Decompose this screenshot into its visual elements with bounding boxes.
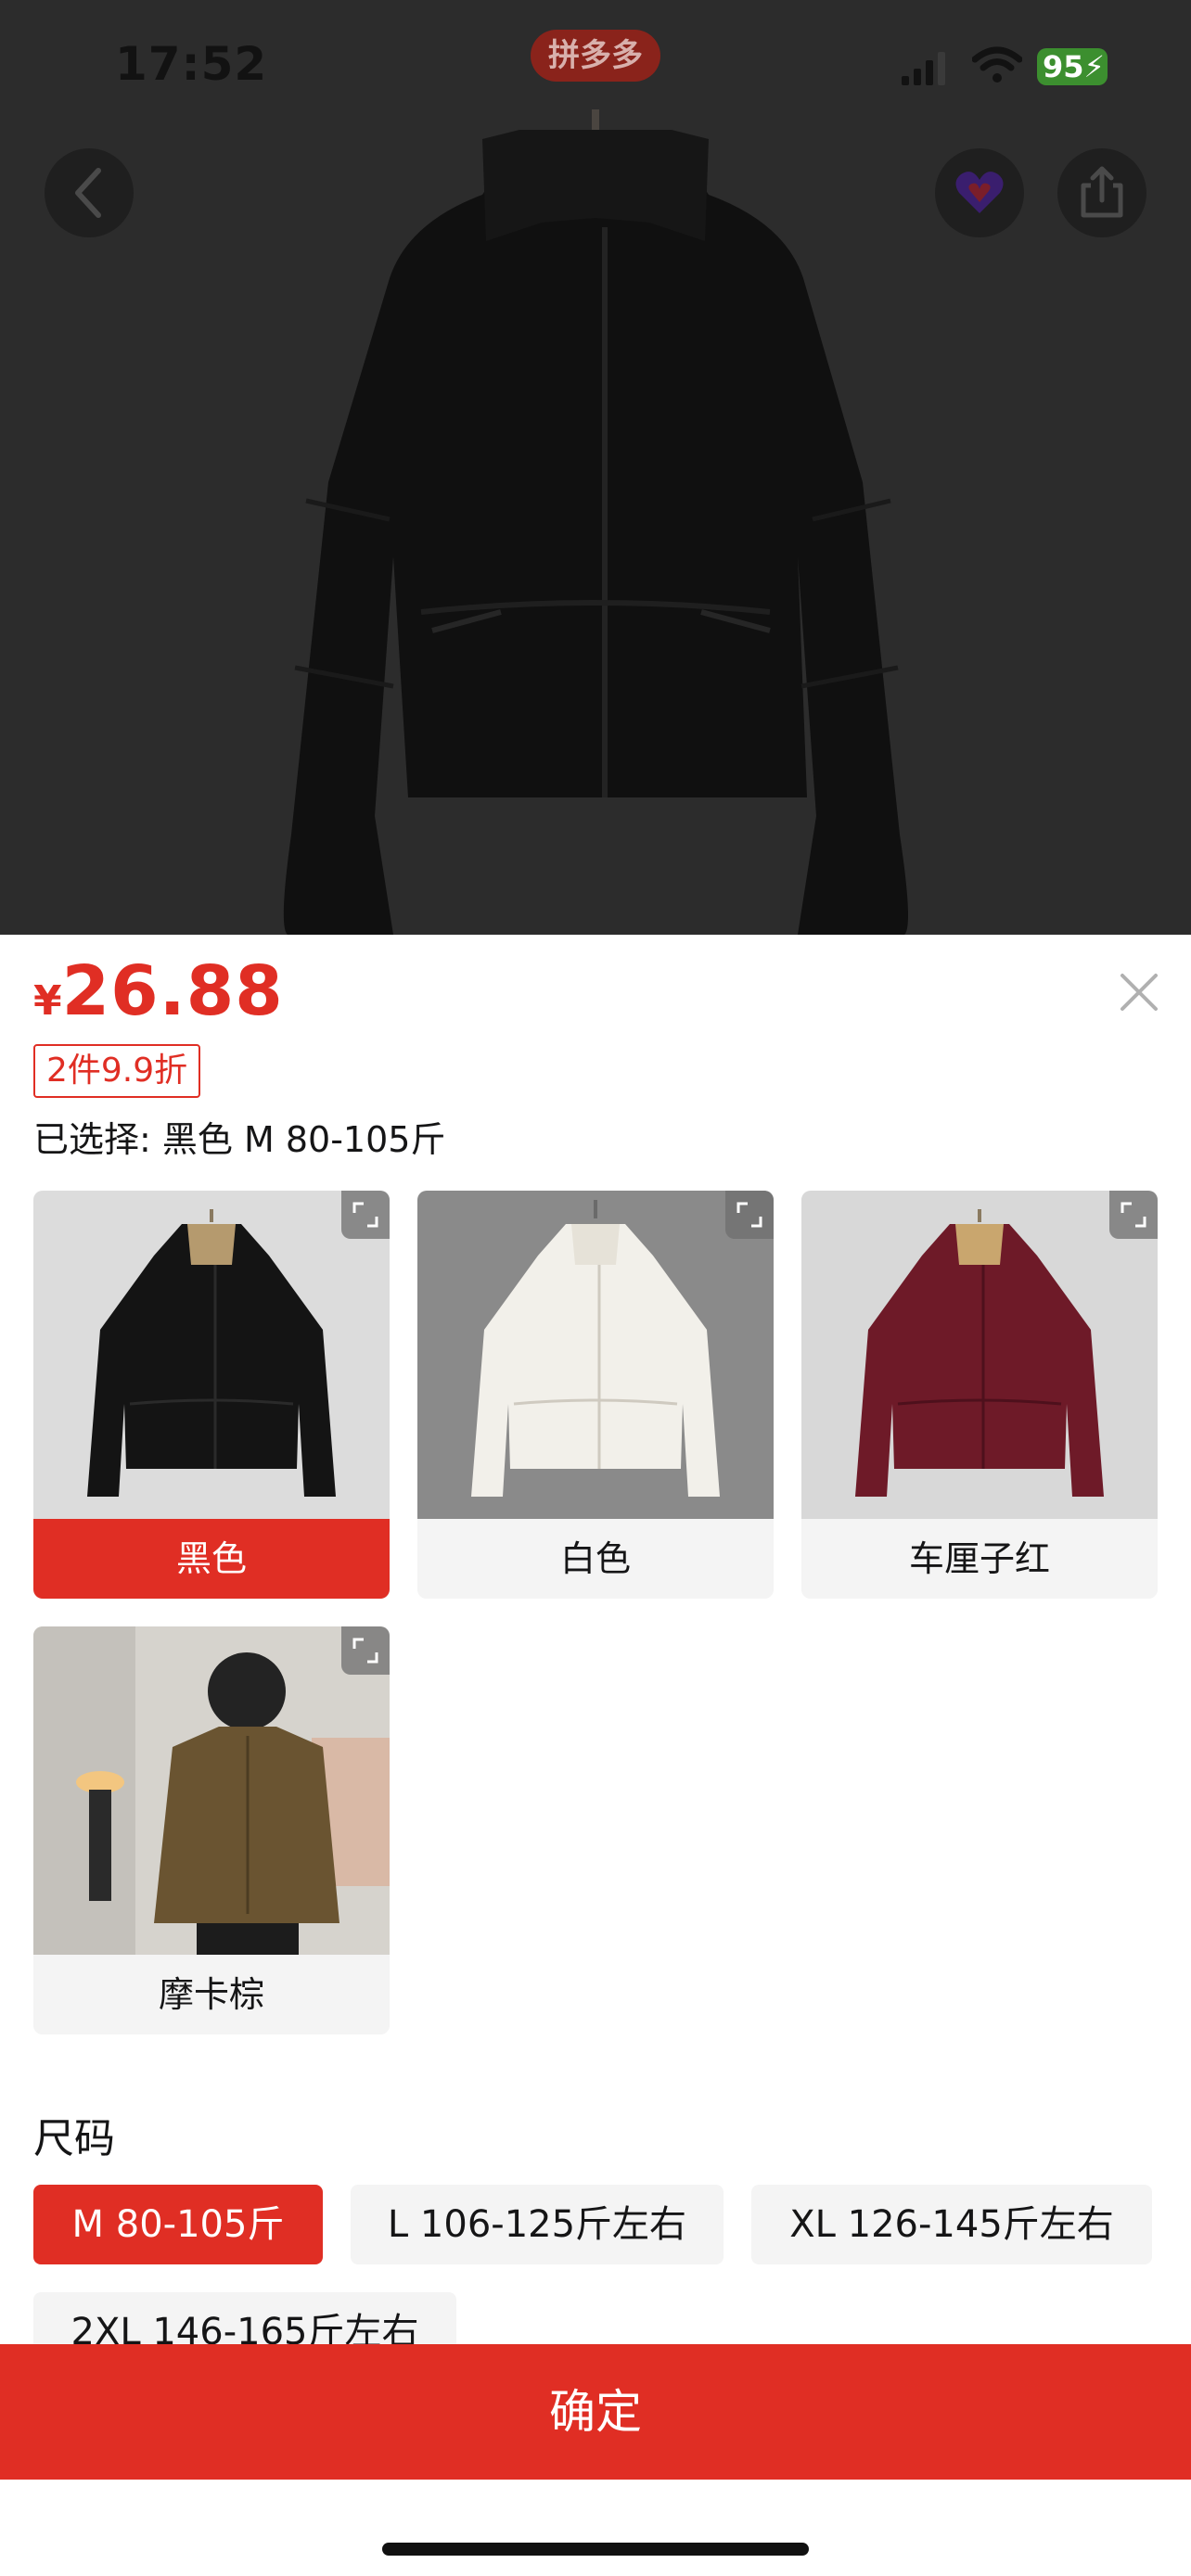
expand-icon	[1121, 1202, 1146, 1228]
cellular-signal-icon	[902, 52, 945, 85]
expand-icon	[352, 1638, 378, 1664]
currency-symbol: ¥	[33, 977, 62, 1025]
status-bar: 17:52 拼多多 95⚡	[0, 0, 1191, 130]
share-icon	[1081, 166, 1123, 218]
color-photo	[801, 1191, 1158, 1519]
color-photo	[33, 1626, 390, 1955]
back-button[interactable]	[45, 148, 134, 237]
charging-bolt-icon: ⚡	[1083, 49, 1105, 84]
jacket-mocha-model-photo	[33, 1626, 390, 1955]
expand-icon	[352, 1202, 378, 1228]
confirm-button[interactable]: 确定	[0, 2344, 1191, 2480]
home-indicator[interactable]	[382, 2543, 809, 2556]
wifi-icon	[972, 46, 1022, 83]
color-photo	[417, 1191, 774, 1519]
selected-prefix: 已选择:	[33, 1119, 151, 1160]
sku-selection-sheet: ¥26.88 2件9.9折 已选择: 黑色 M 80-105斤 黑色 白色 车厘…	[0, 935, 1191, 2576]
color-option-white[interactable]: 白色	[417, 1191, 774, 1599]
promo-discount-tag: 2件9.9折	[33, 1044, 201, 1098]
color-option-mocha-brown[interactable]: 摩卡棕	[33, 1626, 390, 2034]
battery-indicator: 95⚡	[1037, 48, 1108, 85]
color-option-black[interactable]: 黑色	[33, 1191, 390, 1599]
status-time: 17:52	[115, 37, 268, 91]
jacket-cherry-red-photo	[855, 1209, 1104, 1497]
jacket-white-photo	[471, 1200, 720, 1497]
size-option-m[interactable]: M 80-105斤	[33, 2185, 323, 2264]
heart-icon	[955, 172, 1004, 213]
color-photo	[33, 1191, 390, 1519]
color-option-label: 摩卡棕	[33, 1955, 390, 2034]
selected-value: 黑色 M 80-105斤	[161, 1119, 446, 1160]
expand-image-button[interactable]	[1109, 1191, 1158, 1239]
chevron-left-icon	[75, 168, 101, 218]
close-button[interactable]	[1115, 968, 1163, 1016]
selected-summary: 已选择: 黑色 M 80-105斤	[33, 1111, 445, 1162]
expand-image-button[interactable]	[341, 1626, 390, 1675]
product-image-backdrop[interactable]: 17:52 拼多多 95⚡	[0, 0, 1191, 935]
app-badge-logo: 拼多多	[531, 30, 660, 82]
product-hero-jacket-image	[283, 109, 908, 935]
expand-image-button[interactable]	[341, 1191, 390, 1239]
size-heading: 尺码	[33, 2115, 115, 2162]
color-option-label: 黑色	[33, 1519, 390, 1599]
jacket-black-photo	[87, 1209, 336, 1497]
close-icon	[1121, 974, 1158, 1011]
color-option-label: 车厘子红	[801, 1519, 1158, 1599]
expand-image-button[interactable]	[725, 1191, 774, 1239]
price-value: 26.88	[61, 951, 284, 1031]
color-option-label: 白色	[417, 1519, 774, 1599]
size-option-xl[interactable]: XL 126-145斤左右	[751, 2185, 1152, 2264]
expand-icon	[736, 1202, 762, 1228]
price: ¥26.88	[33, 951, 284, 1031]
color-option-cherry-red[interactable]: 车厘子红	[801, 1191, 1158, 1599]
share-button[interactable]	[1057, 148, 1146, 237]
size-option-l[interactable]: L 106-125斤左右	[351, 2185, 724, 2264]
favorite-button[interactable]	[935, 148, 1024, 237]
